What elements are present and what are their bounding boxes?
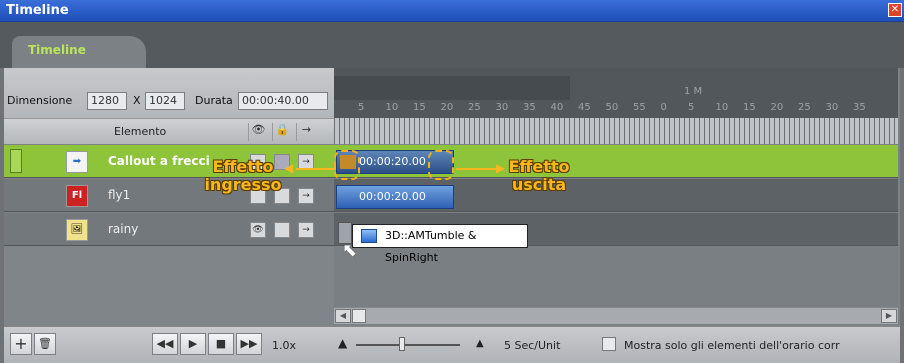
time-ruler: 1 M 5 10 15 20 25 30 35 40 45 50 55 0 5 10 15 20 25 30 35 — [334, 68, 898, 118]
clip-time: 00:00:20.00 — [359, 155, 426, 168]
exit-effect-annotation: Effetto uscita — [508, 157, 570, 194]
ruler-tick-label: 20 — [770, 102, 784, 113]
zoom-slider-thumb[interactable] — [399, 337, 405, 351]
scroll-thumb[interactable] — [352, 309, 366, 323]
horizontal-scrollbar[interactable]: ◀ ▶ — [334, 307, 898, 324]
height-input[interactable]: 1024 — [145, 92, 185, 110]
entry-effect-highlight — [334, 150, 360, 180]
ruler-tick-label: 10 — [715, 102, 729, 113]
window-title: Timeline — [6, 3, 69, 18]
dimension-label: Dimensione — [7, 94, 73, 107]
bottom-toolbar: + 🗑 ◀◀ ▶ ■ ▶▶ 1.0x ▲ ▲ 5 Sec/Unit Mostra… — [4, 326, 900, 363]
row-name: fly1 — [108, 188, 131, 202]
cursor-icon: ⬉ — [342, 240, 358, 261]
zoom-slider[interactable] — [356, 344, 460, 346]
x-label: X — [133, 94, 141, 107]
ruler-tick-label: 30 — [495, 102, 509, 113]
ruler-tick-label: 10 — [385, 102, 399, 113]
rewind-icon[interactable]: ◀◀ — [152, 333, 178, 355]
3d-effect-icon — [361, 229, 377, 243]
zoom-in-icon[interactable]: ▲ — [338, 336, 347, 350]
row-name: rainy — [108, 222, 139, 236]
lock-icon: 🔒 — [272, 123, 292, 141]
row-selector[interactable] — [10, 149, 22, 173]
ruler-ticks[interactable] — [334, 118, 898, 144]
play-icon[interactable]: ▶ — [180, 333, 206, 355]
tab-bar: Timeline — [0, 22, 904, 68]
zoom-out-icon[interactable]: ▲ — [476, 338, 484, 349]
minute-label: 1 M — [684, 86, 703, 97]
ruler-numbers: 5 10 15 20 25 30 35 40 45 50 55 0 5 10 15 20 25 30 35 — [334, 102, 898, 116]
ruler-tick-label: 5 — [688, 102, 695, 113]
ruler-tick-label: 5 — [358, 102, 365, 113]
stop-icon[interactable]: ■ — [208, 333, 234, 355]
ruler-tick-label: 45 — [578, 102, 591, 113]
ruler-tick-label: 15 — [413, 102, 426, 113]
filter-checkbox[interactable] — [602, 337, 616, 351]
window-titlebar: Timeline ✕ — [0, 0, 904, 22]
close-icon[interactable]: ✕ — [888, 3, 902, 17]
width-input[interactable]: 1280 — [87, 92, 127, 110]
ruler-tick-label: 0 — [660, 102, 667, 113]
ruler-tick-label: 35 — [523, 102, 536, 113]
filter-checkbox-label: Mostra solo gli elementi dell'orario cor… — [624, 339, 840, 352]
flash-thumb-icon: Fl — [66, 185, 88, 207]
clip[interactable]: 00:00:20.00 — [336, 185, 454, 209]
row-name: Callout a frecci — [108, 154, 210, 168]
callout-thumb-icon: ➡ — [66, 151, 88, 173]
duration-input[interactable]: 00:00:40.00 — [238, 92, 328, 110]
ruler-tick-label: 25 — [798, 102, 811, 113]
fast-forward-icon[interactable]: ▶▶ — [236, 333, 262, 355]
speed-value: 1.0x — [272, 339, 297, 352]
scroll-left-icon[interactable]: ◀ — [335, 309, 351, 323]
ruler-tick-label: 15 — [743, 102, 756, 113]
scroll-right-icon[interactable]: ▶ — [881, 309, 897, 323]
ruler-tick-label: 30 — [825, 102, 839, 113]
list-item[interactable]: 🖼 rainy 👁 → — [4, 213, 334, 246]
lock-checkbox[interactable] — [274, 222, 290, 238]
ruler-tick-label: 50 — [605, 102, 619, 113]
ruler-tick-label: 20 — [440, 102, 454, 113]
element-column-label: Elemento — [114, 125, 167, 138]
eye-icon[interactable]: 👁 — [250, 222, 266, 238]
ruler-tick-label: 55 — [633, 102, 646, 113]
effect-tooltip: 3D::AMTumble & SpinRight — [352, 224, 528, 264]
ruler-tick-label: 40 — [550, 102, 564, 113]
unit-label: 5 Sec/Unit — [504, 339, 561, 352]
tab-label: Timeline — [28, 43, 86, 57]
tab-timeline[interactable]: Timeline — [12, 36, 146, 68]
ruler-tick-label: 25 — [468, 102, 481, 113]
duration-label: Durata — [195, 94, 233, 107]
ruler-tick-label: 35 — [853, 102, 866, 113]
trash-icon[interactable]: 🗑 — [34, 333, 56, 355]
arrow-right-icon: → — [296, 123, 316, 141]
column-header: Elemento 👁 🔒 → — [4, 118, 334, 144]
exit-effect-highlight — [428, 150, 454, 180]
arrow-right-icon[interactable]: → — [298, 222, 314, 238]
entry-effect-annotation: Effetto ingresso — [204, 157, 282, 194]
eye-icon: 👁 — [248, 123, 268, 141]
image-thumb-icon: 🖼 — [66, 219, 88, 241]
empty-list-area — [4, 247, 334, 325]
entry-arrow-line — [296, 168, 336, 170]
clip-time: 00:00:20.00 — [359, 190, 426, 203]
arrow-right-icon[interactable]: → — [298, 188, 314, 204]
add-icon[interactable]: + — [10, 333, 32, 355]
